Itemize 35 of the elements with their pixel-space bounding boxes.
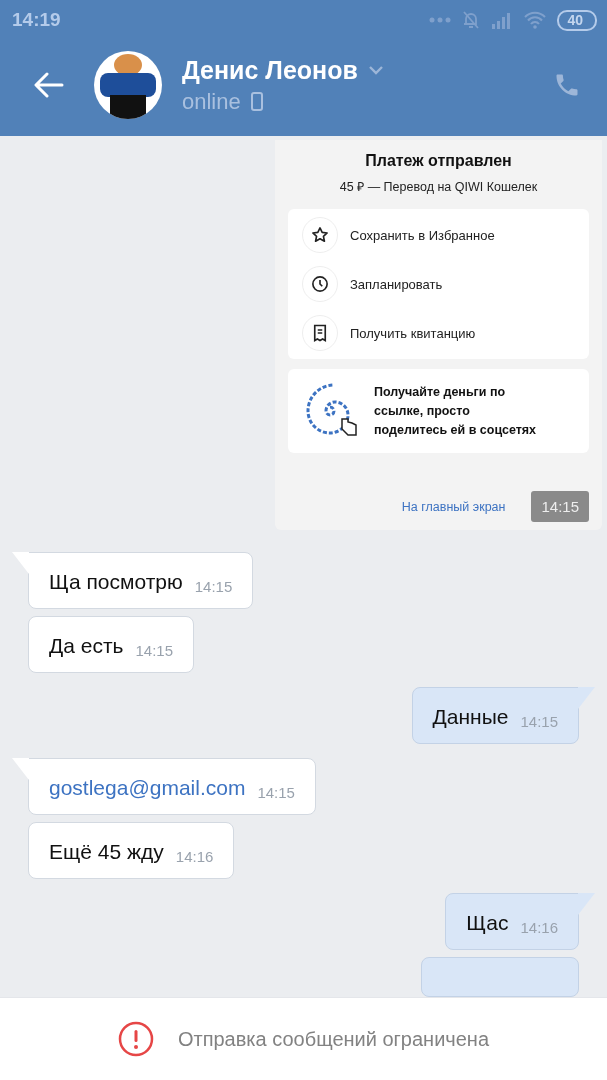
message-time: 14:16: [175, 847, 214, 865]
payment-subtitle: 45 ₽ — Перевод на QIWI Кошелек: [339, 179, 538, 195]
message-time: 14:15: [135, 641, 174, 659]
payment-title: Платеж отправлен: [365, 152, 512, 170]
home-link[interactable]: На главный экран: [401, 499, 506, 514]
action-label[interactable]: Получить квитанцию: [350, 325, 476, 341]
message-time: 14:15: [257, 783, 295, 801]
message-text: Данные: [432, 703, 509, 729]
email-link[interactable]: gostlega@gmail.com: [49, 773, 246, 800]
bell-off-icon: [461, 10, 482, 30]
payment-screenshot[interactable]: Платеж отправлен 45 ₽ — Перевод на QIWI Кошелек Сохранить в Избранное Запланировать Получить квитанцию Получайте деньги по ссылке, просто поделитесь ей в соцсетях На главный экран 14:15: [275, 140, 602, 530]
message-time: 14:16: [520, 918, 558, 936]
star-icon[interactable]: [311, 226, 329, 244]
battery-indicator: 40: [557, 9, 597, 31]
action-label[interactable]: Сохранить в Избранное: [350, 227, 495, 243]
message-time: 14:15: [194, 577, 233, 595]
wifi-icon: [523, 11, 548, 29]
contact-name[interactable]: Денис Леонов: [182, 55, 358, 85]
promo-text: Получайте деньги по ссылке, просто поделитесь ей в соцсетях: [374, 383, 538, 439]
message-time: 14:15: [520, 712, 558, 730]
restriction-notice: Отправка сообщений ограничена: [177, 1027, 490, 1051]
phone-device-icon: [250, 92, 263, 111]
message-text: Ещё 45 жду: [49, 838, 164, 864]
message-text: Щас: [466, 909, 509, 935]
warning-icon: [117, 1021, 154, 1057]
clock-icon[interactable]: [311, 275, 329, 293]
more-dots-icon: [429, 17, 452, 23]
back-arrow-icon[interactable]: [34, 72, 64, 98]
status-time: 14:19: [12, 9, 61, 31]
receipt-icon[interactable]: [312, 324, 328, 342]
message-text: Ща посмотрю: [49, 568, 183, 594]
message-text: Да есть: [49, 632, 124, 658]
action-label[interactable]: Запланировать: [350, 276, 443, 292]
online-status: online: [182, 88, 241, 115]
message-time: 14:15: [531, 491, 589, 522]
